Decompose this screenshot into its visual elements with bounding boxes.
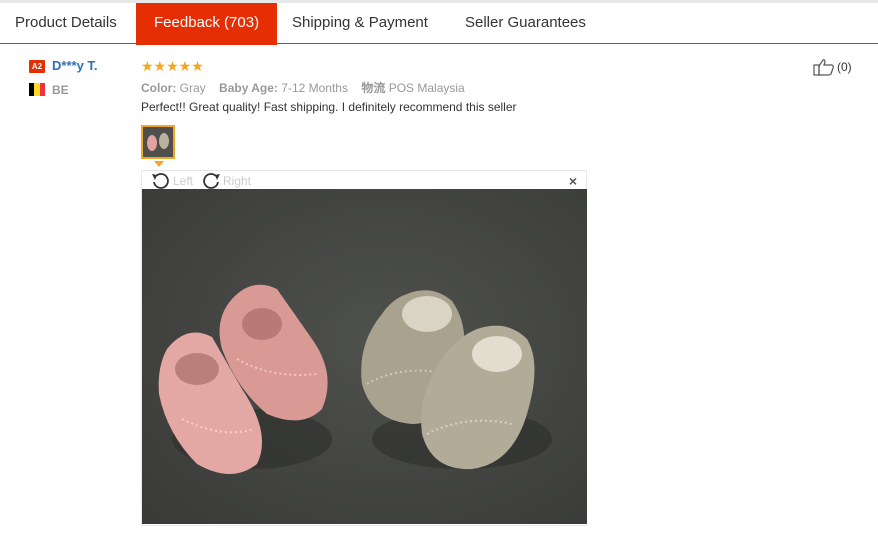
helpful-count: (0) — [837, 60, 852, 74]
rotate-left-label: Left — [173, 173, 194, 188]
photo-viewer-toolbar: Left Right × — [142, 171, 586, 190]
tab-bar: Product Details Feedback (703) Shipping … — [0, 0, 878, 45]
review-photo — [142, 189, 587, 524]
star-rating: ★★★★★ — [141, 58, 204, 74]
attr-value-logistics: POS Malaysia — [388, 81, 465, 95]
rotate-right-button[interactable]: Right — [201, 172, 251, 189]
tab-shipping-payment[interactable]: Shipping & Payment — [292, 3, 428, 43]
rotate-left-button[interactable]: Left — [151, 172, 193, 189]
rotate-left-icon — [152, 173, 169, 189]
country-flag-icon — [29, 83, 45, 96]
tab-feedback[interactable]: Feedback (703) — [136, 3, 278, 45]
thumbs-up-icon — [813, 59, 834, 76]
reviewer-name: D***y T. — [52, 58, 98, 73]
attr-value-baby-age: 7-12 Months — [281, 81, 348, 95]
attr-value-color: Gray — [179, 81, 206, 95]
buyer-level-badge: A2 — [29, 60, 45, 73]
attr-label-logistics: 物流 — [361, 81, 386, 95]
photo-viewer: Left Right × — [141, 170, 587, 526]
review-text: Perfect!! Great quality! Fast shipping. … — [141, 100, 517, 114]
rotate-right-icon — [203, 173, 220, 189]
tab-seller-guarantees[interactable]: Seller Guarantees — [465, 3, 586, 43]
order-attributes: Color: Gray Baby Age: 7-12 Months 物流 POS… — [141, 79, 475, 96]
thumbnail-caret-icon — [154, 161, 164, 167]
helpful-button[interactable]: (0) — [813, 58, 852, 76]
reviewer-country: BE — [52, 83, 69, 97]
tab-product-details[interactable]: Product Details — [15, 3, 117, 43]
close-viewer-button[interactable]: × — [569, 173, 577, 189]
attr-label-baby-age: Baby Age: — [219, 81, 278, 95]
review-photo-thumbnail[interactable] — [141, 125, 175, 159]
attr-label-color: Color: — [141, 81, 177, 95]
rotate-right-label: Right — [223, 173, 252, 188]
